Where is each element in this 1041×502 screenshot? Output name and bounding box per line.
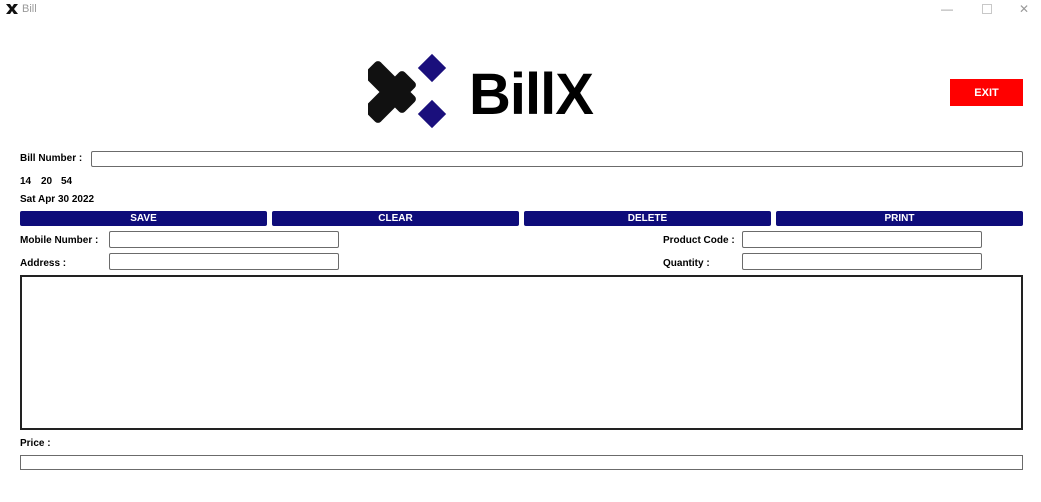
- print-button[interactable]: PRINT: [776, 211, 1023, 226]
- clock-hours: 14: [20, 176, 32, 187]
- title-bar: Bill — ✕: [0, 0, 1041, 18]
- address-input[interactable]: [109, 253, 339, 270]
- product-code-label: Product Code :: [663, 235, 735, 246]
- bill-number-label: Bill Number :: [20, 153, 83, 164]
- date-display: Sat Apr 30 2022: [20, 194, 95, 205]
- price-label: Price :: [20, 438, 51, 449]
- mobile-number-label: Mobile Number :: [20, 235, 99, 246]
- close-window-button[interactable]: ✕: [1004, 0, 1041, 18]
- billx-logo-icon: [368, 53, 447, 129]
- quantity-input[interactable]: [742, 253, 982, 270]
- quantity-label: Quantity :: [663, 258, 710, 269]
- maximize-icon: [982, 4, 992, 14]
- mobile-number-input[interactable]: [109, 231, 339, 248]
- maximize-button[interactable]: [967, 0, 1007, 18]
- close-icon: ✕: [1018, 2, 1030, 16]
- product-code-input[interactable]: [742, 231, 982, 248]
- clear-button[interactable]: CLEAR: [272, 211, 519, 226]
- bill-number-input[interactable]: [91, 151, 1023, 167]
- clock-seconds: 54: [61, 176, 73, 187]
- logo-text: BillX: [469, 62, 594, 127]
- app-icon: [6, 4, 18, 14]
- clock-minutes: 20: [41, 176, 53, 187]
- price-input[interactable]: [20, 455, 1023, 470]
- bill-details-textarea[interactable]: [20, 275, 1023, 430]
- minimize-button[interactable]: —: [927, 0, 967, 18]
- address-label: Address :: [20, 258, 67, 269]
- window-title: Bill: [22, 3, 37, 15]
- save-button[interactable]: SAVE: [20, 211, 267, 226]
- delete-button[interactable]: DELETE: [524, 211, 771, 226]
- exit-button[interactable]: EXIT: [950, 79, 1023, 106]
- minimize-icon: —: [941, 2, 953, 16]
